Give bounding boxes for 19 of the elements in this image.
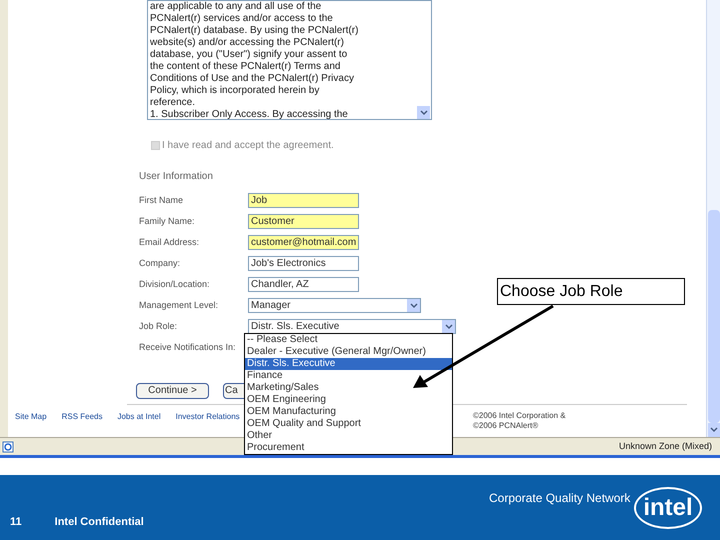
copyright-text: ©2006 PCNAlert® bbox=[473, 421, 540, 431]
field-label: Email Address: bbox=[139, 236, 200, 249]
field-label: Division/Location: bbox=[139, 278, 211, 291]
network-title: Corporate Quality Network bbox=[489, 490, 630, 507]
intel-logo: intel bbox=[634, 487, 702, 529]
copyright-text: ©2006 Intel Corporation & bbox=[473, 411, 566, 421]
field-label: Family Name: bbox=[139, 214, 196, 228]
status-zone: Unknown Zone (Mixed) bbox=[618, 440, 712, 453]
field-label: Job Role: bbox=[139, 320, 178, 333]
field-label: Management Level: bbox=[139, 298, 220, 312]
agreement-text: are applicable to any and all use of the PCNalert(r) services and/or access to the PCNalert(r) database. By using the PCNalert(r) website(s) and/or accessing the PCNalert(r) database, you ("User") signify your assent to the content of these PCNalert(r) Terms and Conditions of Use and the PCNalert(r) Privacy Policy, which is incorporated herein by reference. 1. Subscriber Only Access. By accessing the bbox=[149, 1, 360, 119]
field-label: First Name bbox=[139, 194, 184, 207]
field-label: Company: bbox=[139, 256, 182, 270]
field-label: Receive Notifications In: bbox=[139, 340, 237, 354]
checkbox-label: I have read and accept the agreement. bbox=[162, 139, 334, 153]
section-title: User Information bbox=[139, 170, 213, 184]
footer-text: Intel Confidential bbox=[54, 514, 144, 530]
page-number: 11 bbox=[10, 514, 22, 530]
callout-box: Choose Job Role bbox=[497, 278, 685, 305]
